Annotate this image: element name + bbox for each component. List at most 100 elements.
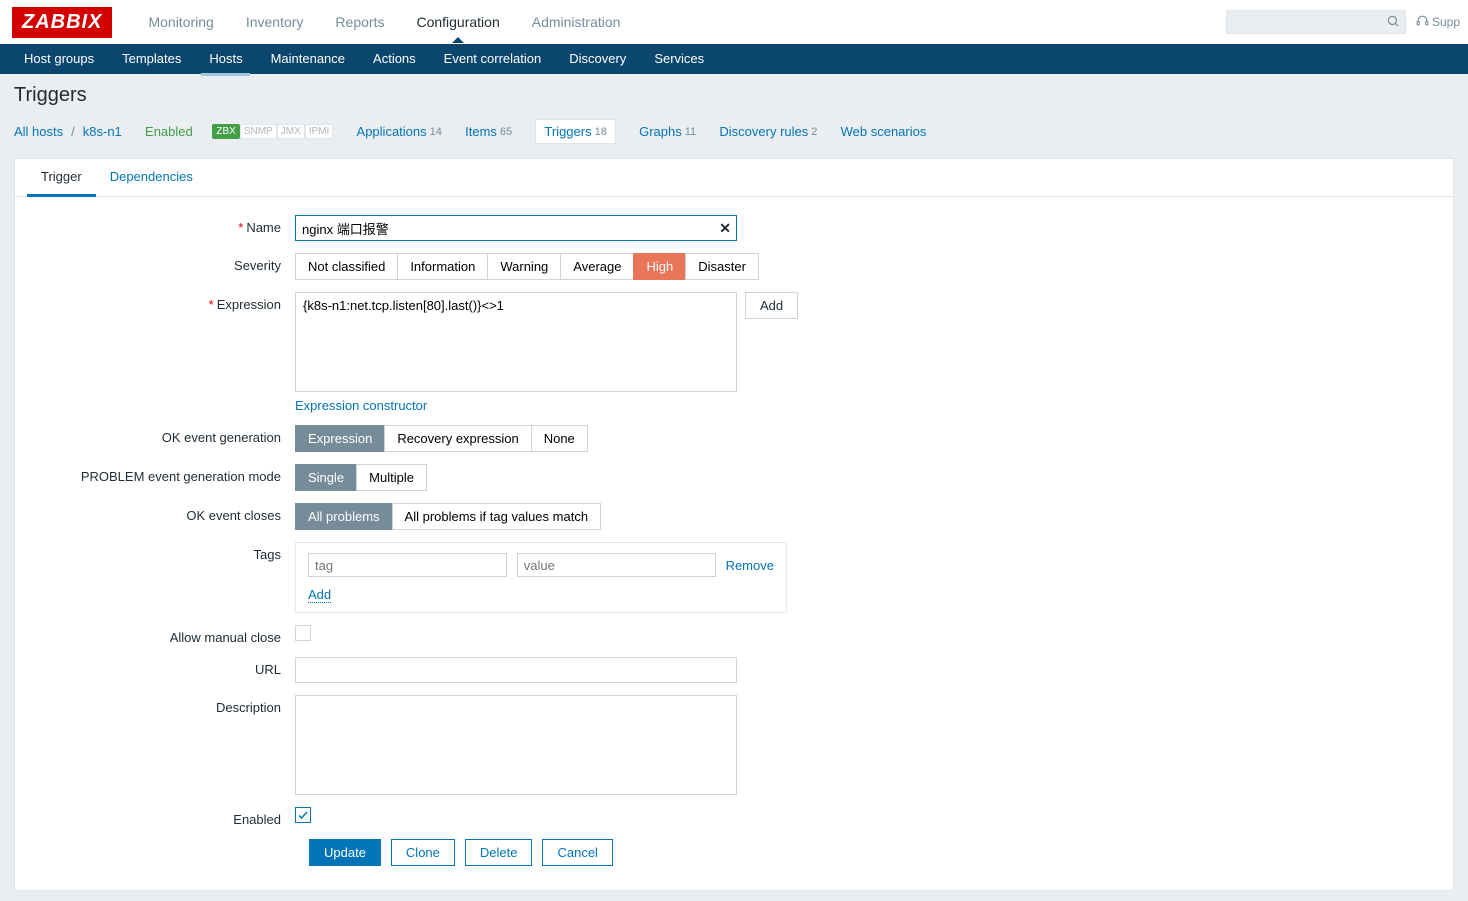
sev-disaster[interactable]: Disaster <box>685 253 759 280</box>
clone-button[interactable]: Clone <box>391 839 455 866</box>
url-input[interactable] <box>295 657 737 683</box>
delete-button[interactable]: Delete <box>465 839 533 866</box>
top-right: Supp <box>1226 10 1468 34</box>
tag-add-link[interactable]: Add <box>308 587 331 603</box>
sev-average[interactable]: Average <box>560 253 634 280</box>
expression-add-button[interactable]: Add <box>745 292 798 319</box>
allow-manual-checkbox[interactable] <box>295 625 311 641</box>
okgen-expression[interactable]: Expression <box>295 425 385 452</box>
tag-value-input[interactable] <box>517 553 716 577</box>
label-allow-manual: Allow manual close <box>35 625 295 645</box>
label-ok-event-gen: OK event generation <box>35 425 295 445</box>
form-buttons: Update Clone Delete Cancel <box>309 839 1433 866</box>
subnav-host-groups[interactable]: Host groups <box>10 44 108 74</box>
clear-icon[interactable]: ✕ <box>719 220 731 237</box>
sev-not-classified[interactable]: Not classified <box>295 253 398 280</box>
okgen-none[interactable]: None <box>531 425 588 452</box>
tag-remove-link[interactable]: Remove <box>726 558 774 573</box>
subnav-templates[interactable]: Templates <box>108 44 195 74</box>
support-label: Supp <box>1432 15 1460 29</box>
badge-ipmi: IPMI <box>305 124 334 139</box>
bc-sep: / <box>71 124 75 139</box>
okclose-match[interactable]: All problems if tag values match <box>392 503 602 530</box>
bc-applications-link[interactable]: Applications <box>357 124 427 139</box>
expression-constructor-link[interactable]: Expression constructor <box>295 398 427 413</box>
page-content: Triggers All hosts / k8s-n1 Enabled ZBX … <box>0 74 1468 901</box>
bc-host[interactable]: k8s-n1 <box>83 124 122 139</box>
search-input[interactable] <box>1226 10 1406 34</box>
top-header: ZABBIX Monitoring Inventory Reports Conf… <box>0 0 1468 44</box>
okgen-recovery[interactable]: Recovery expression <box>384 425 531 452</box>
bc-triggers-count: 18 <box>595 126 607 138</box>
subnav-discovery[interactable]: Discovery <box>555 44 640 74</box>
bc-triggers[interactable]: Triggers 18 <box>535 119 615 144</box>
label-url: URL <box>35 657 295 677</box>
nav-administration[interactable]: Administration <box>516 2 637 42</box>
bc-enabled: Enabled <box>145 124 193 139</box>
label-enabled: Enabled <box>35 807 295 827</box>
bc-all-hosts[interactable]: All hosts <box>14 124 63 139</box>
cancel-button[interactable]: Cancel <box>542 839 612 866</box>
label-description: Description <box>35 695 295 715</box>
bc-badges: ZBX SNMP JMX IPMI <box>212 124 333 139</box>
subnav-services[interactable]: Services <box>640 44 718 74</box>
okclose-all[interactable]: All problems <box>295 503 393 530</box>
support-link[interactable]: Supp <box>1416 14 1460 30</box>
bc-graphs-count: 11 <box>685 126 696 138</box>
description-textarea[interactable] <box>295 695 737 795</box>
bc-discovery-rules[interactable]: Discovery rules 2 <box>719 124 817 139</box>
enabled-checkbox[interactable] <box>295 807 311 823</box>
form-body: *Name ✕ Severity Not classified Informat… <box>15 197 1453 874</box>
name-input[interactable] <box>295 215 737 241</box>
subnav-hosts[interactable]: Hosts <box>195 44 256 74</box>
bc-items[interactable]: Items 65 <box>465 124 512 139</box>
bc-graphs-link[interactable]: Graphs <box>639 124 682 139</box>
global-search <box>1226 10 1406 34</box>
tabs: Trigger Dependencies <box>15 159 1453 197</box>
nav-configuration[interactable]: Configuration <box>400 2 515 42</box>
nav-monitoring[interactable]: Monitoring <box>132 2 229 42</box>
badge-snmp: SNMP <box>240 124 277 139</box>
subnav-maintenance[interactable]: Maintenance <box>257 44 359 74</box>
problem-mode-segmented: Single Multiple <box>295 464 427 491</box>
badge-jmx: JMX <box>277 124 305 139</box>
subnav-actions[interactable]: Actions <box>359 44 430 74</box>
tab-trigger[interactable]: Trigger <box>27 159 96 197</box>
badge-zbx: ZBX <box>212 124 239 139</box>
expression-textarea[interactable] <box>295 292 737 392</box>
bc-graphs[interactable]: Graphs 11 <box>639 124 696 139</box>
bc-items-count: 65 <box>500 126 512 138</box>
breadcrumb: All hosts / k8s-n1 Enabled ZBX SNMP JMX … <box>14 119 1454 144</box>
sub-nav: Host groups Templates Hosts Maintenance … <box>0 44 1468 74</box>
label-tags: Tags <box>35 542 295 562</box>
subnav-event-correlation[interactable]: Event correlation <box>430 44 556 74</box>
sev-warning[interactable]: Warning <box>487 253 561 280</box>
tags-box: Remove Add <box>295 542 787 613</box>
label-expression: *Expression <box>35 292 295 312</box>
ok-event-gen-segmented: Expression Recovery expression None <box>295 425 588 452</box>
bc-items-link[interactable]: Items <box>465 124 497 139</box>
nav-inventory[interactable]: Inventory <box>230 2 320 42</box>
tag-name-input[interactable] <box>308 553 507 577</box>
pmode-multiple[interactable]: Multiple <box>356 464 427 491</box>
severity-segmented: Not classified Information Warning Avera… <box>295 253 759 280</box>
bc-triggers-link[interactable]: Triggers <box>544 124 591 139</box>
tab-dependencies[interactable]: Dependencies <box>96 159 207 196</box>
label-severity: Severity <box>35 253 295 273</box>
top-nav: Monitoring Inventory Reports Configurati… <box>132 2 636 42</box>
update-button[interactable]: Update <box>309 839 381 866</box>
bc-discovery-link[interactable]: Discovery rules <box>719 124 808 139</box>
label-problem-mode: PROBLEM event generation mode <box>35 464 295 484</box>
search-icon[interactable] <box>1386 14 1400 31</box>
bc-discovery-count: 2 <box>811 126 817 138</box>
page-title: Triggers <box>14 84 1454 107</box>
bc-applications[interactable]: Applications 14 <box>357 124 442 139</box>
nav-reports[interactable]: Reports <box>319 2 400 42</box>
sev-information[interactable]: Information <box>397 253 488 280</box>
bc-web-scenarios[interactable]: Web scenarios <box>841 124 927 139</box>
ok-closes-segmented: All problems All problems if tag values … <box>295 503 601 530</box>
bc-apps-count: 14 <box>430 126 442 138</box>
sev-high[interactable]: High <box>633 253 686 280</box>
pmode-single[interactable]: Single <box>295 464 357 491</box>
zabbix-logo[interactable]: ZABBIX <box>12 7 112 38</box>
